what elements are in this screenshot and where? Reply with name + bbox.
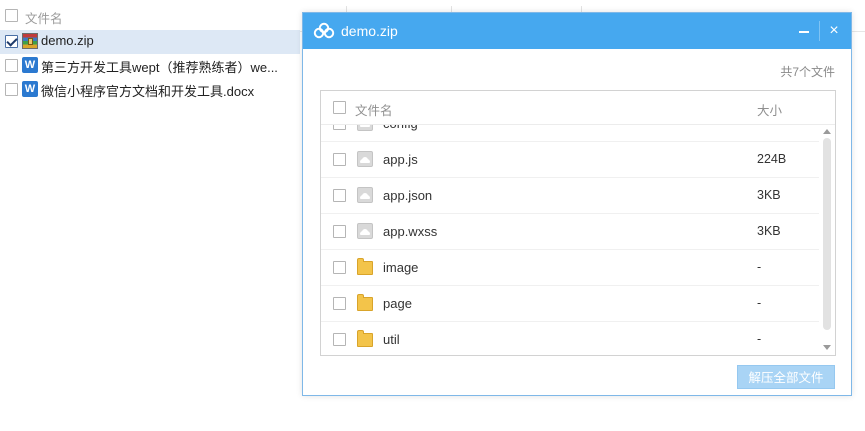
archive-list-header: 文件名 大小 bbox=[321, 91, 835, 125]
file-icon bbox=[357, 223, 373, 239]
name-column-header[interactable]: 文件名 bbox=[25, 8, 63, 27]
dialog-title: demo.zip bbox=[341, 23, 398, 39]
extract-all-button[interactable]: 解压全部文件 bbox=[737, 365, 835, 389]
cloud-logo-icon bbox=[313, 22, 335, 39]
file-icon bbox=[357, 187, 373, 203]
size-column-header[interactable]: 大小 bbox=[757, 100, 782, 119]
item-name: app.json bbox=[383, 188, 433, 203]
list-item[interactable]: page - bbox=[321, 286, 819, 322]
file-row-wept[interactable]: W 第三方开发工具wept（推荐熟练者）we... bbox=[0, 54, 300, 78]
folder-icon bbox=[357, 294, 373, 311]
zip-icon bbox=[22, 33, 38, 49]
scroll-down-arrow-icon[interactable] bbox=[823, 345, 831, 350]
item-size: 3KB bbox=[757, 224, 781, 238]
archive-rows: config app.js 224B app.json 3KB app.wxss… bbox=[321, 91, 819, 355]
list-item[interactable]: image - bbox=[321, 250, 819, 286]
select-all-checkbox[interactable] bbox=[5, 9, 18, 22]
item-size: - bbox=[757, 332, 762, 346]
folder-icon bbox=[357, 258, 373, 275]
select-all-checkbox[interactable] bbox=[333, 101, 346, 114]
dialog-titlebar[interactable]: demo.zip × bbox=[303, 13, 851, 49]
file-row-docx[interactable]: W 微信小程序官方文档和开发工具.docx bbox=[0, 78, 300, 102]
list-item[interactable]: app.js 224B bbox=[321, 142, 819, 178]
file-row-demo-zip[interactable]: demo.zip bbox=[0, 30, 300, 54]
file-name: 第三方开发工具wept（推荐熟练者）we... bbox=[41, 60, 278, 75]
zip-preview-dialog: demo.zip × 共7个文件 config app.js 224B app.… bbox=[302, 12, 852, 396]
word-icon: W bbox=[22, 57, 38, 73]
row-checkbox[interactable] bbox=[5, 83, 18, 96]
list-item[interactable]: app.json 3KB bbox=[321, 178, 819, 214]
item-name: image bbox=[383, 260, 419, 275]
archive-file-list: config app.js 224B app.json 3KB app.wxss… bbox=[320, 90, 836, 356]
item-size: 3KB bbox=[757, 188, 781, 202]
row-checkbox[interactable] bbox=[333, 333, 346, 346]
file-icon bbox=[357, 151, 373, 167]
row-checkbox[interactable] bbox=[333, 261, 346, 274]
item-name: util bbox=[383, 332, 400, 347]
file-count: 共7个文件 bbox=[780, 65, 835, 79]
row-checkbox[interactable] bbox=[5, 59, 18, 72]
minimize-button[interactable] bbox=[789, 13, 819, 49]
row-checkbox[interactable] bbox=[5, 35, 18, 48]
close-button[interactable]: × bbox=[819, 13, 849, 49]
item-size: 224B bbox=[757, 152, 787, 166]
file-name: demo.zip bbox=[41, 33, 94, 48]
item-name: app.wxss bbox=[383, 224, 438, 239]
list-item[interactable]: util - bbox=[321, 322, 819, 355]
scroll-up-arrow-icon[interactable] bbox=[823, 129, 831, 134]
item-size: - bbox=[757, 296, 762, 310]
name-column-header[interactable]: 文件名 bbox=[355, 100, 393, 119]
folder-icon bbox=[357, 330, 373, 347]
item-name: app.js bbox=[383, 152, 418, 167]
row-checkbox[interactable] bbox=[333, 297, 346, 310]
row-checkbox[interactable] bbox=[333, 225, 346, 238]
item-size: - bbox=[757, 260, 762, 274]
scrollbar-thumb[interactable] bbox=[823, 138, 831, 330]
file-name: 微信小程序官方文档和开发工具.docx bbox=[41, 84, 255, 99]
word-icon: W bbox=[22, 81, 38, 97]
vertical-scrollbar[interactable] bbox=[820, 124, 834, 355]
row-checkbox[interactable] bbox=[333, 153, 346, 166]
row-checkbox[interactable] bbox=[333, 189, 346, 202]
list-item[interactable]: app.wxss 3KB bbox=[321, 214, 819, 250]
item-name: page bbox=[383, 296, 412, 311]
